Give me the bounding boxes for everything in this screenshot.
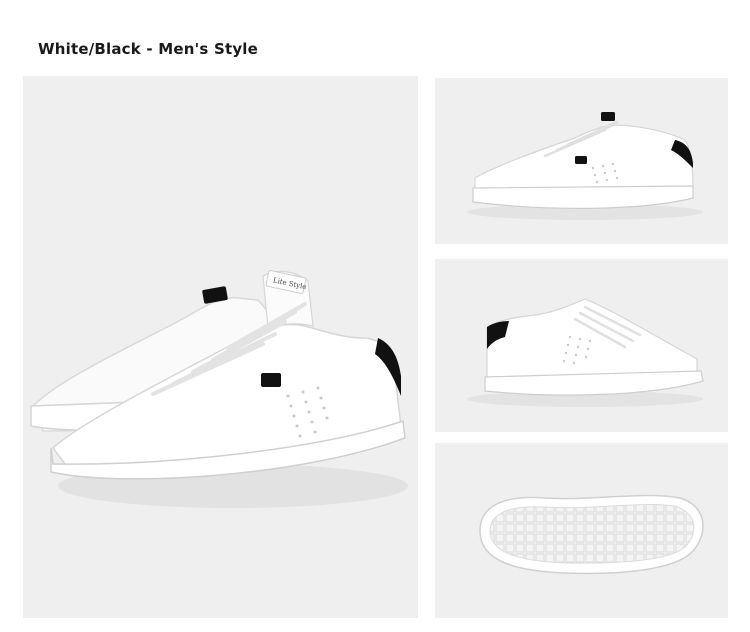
main-product-image[interactable]: Lite Style [23, 76, 418, 618]
side-view-image-2[interactable] [435, 259, 728, 432]
page-title: White/Black - Men's Style [38, 40, 259, 58]
sneaker-outsole [479, 494, 704, 575]
outsole-view-image[interactable] [435, 443, 728, 618]
sneaker-side-view-left [467, 112, 703, 220]
sneaker-side-view-right [467, 298, 704, 407]
sneaker-pair-illustration: Lite Style [30, 270, 408, 508]
side-view-image-1[interactable] [435, 78, 728, 244]
